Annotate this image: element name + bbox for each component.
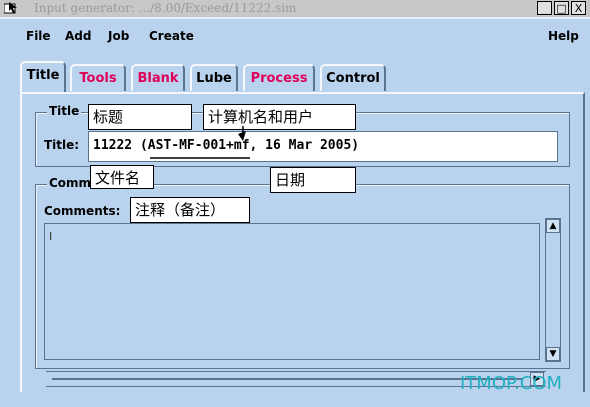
comments-textarea[interactable]: I [44, 223, 540, 360]
comments-label: Comments: [44, 204, 121, 218]
close-button[interactable]: X [571, 1, 586, 15]
minimize-button[interactable]: _ [537, 1, 552, 15]
annotation-computer-user: 计算机名和用户 [203, 104, 356, 130]
menu-file[interactable]: File [26, 29, 51, 43]
tab-lube[interactable]: Lube [190, 64, 238, 91]
tab-control[interactable]: Control [320, 64, 386, 91]
tab-process[interactable]: Process [243, 64, 315, 91]
annotation-date: 日期 [270, 167, 356, 193]
tab-tools[interactable]: Tools [70, 64, 126, 91]
annotation-comments: 注释（备注） [130, 197, 250, 223]
app-icon [4, 2, 17, 14]
annotation-title: 标题 [88, 104, 192, 130]
menu-add[interactable]: Add [65, 29, 91, 43]
tab-blank[interactable]: Blank [131, 64, 185, 91]
tab-strip: Title Tools Blank Lube Process Control [0, 55, 590, 95]
window-titlebar: Input generator: .../8.00/Exceed/11222.s… [0, 0, 590, 17]
menu-create[interactable]: Create [149, 29, 194, 43]
title-label: Title: [44, 138, 80, 152]
scroll-up-icon[interactable]: ▲ [546, 219, 560, 233]
title-group-legend: Title [47, 104, 82, 118]
comments-vertical-scrollbar[interactable]: ▲ ▼ [545, 218, 561, 362]
maximize-button[interactable]: □ [554, 1, 569, 15]
scroll-down-icon[interactable]: ▼ [546, 347, 560, 361]
text-cursor: I [49, 230, 53, 243]
menu-job[interactable]: Job [108, 29, 129, 43]
tab-title[interactable]: Title [20, 61, 66, 92]
menu-help[interactable]: Help [548, 29, 579, 43]
window-title: Input generator: .../8.00/Exceed/11222.s… [34, 1, 297, 15]
scroll-track [52, 378, 522, 380]
menu-bar: File Add Job Create Help [0, 17, 590, 57]
title-input[interactable]: 11222 (AST-MF-001+mf, 16 Mar 2005) [88, 131, 558, 162]
annotation-filename: 文件名 [90, 165, 154, 189]
watermark: ITMOP.COM [460, 373, 563, 394]
